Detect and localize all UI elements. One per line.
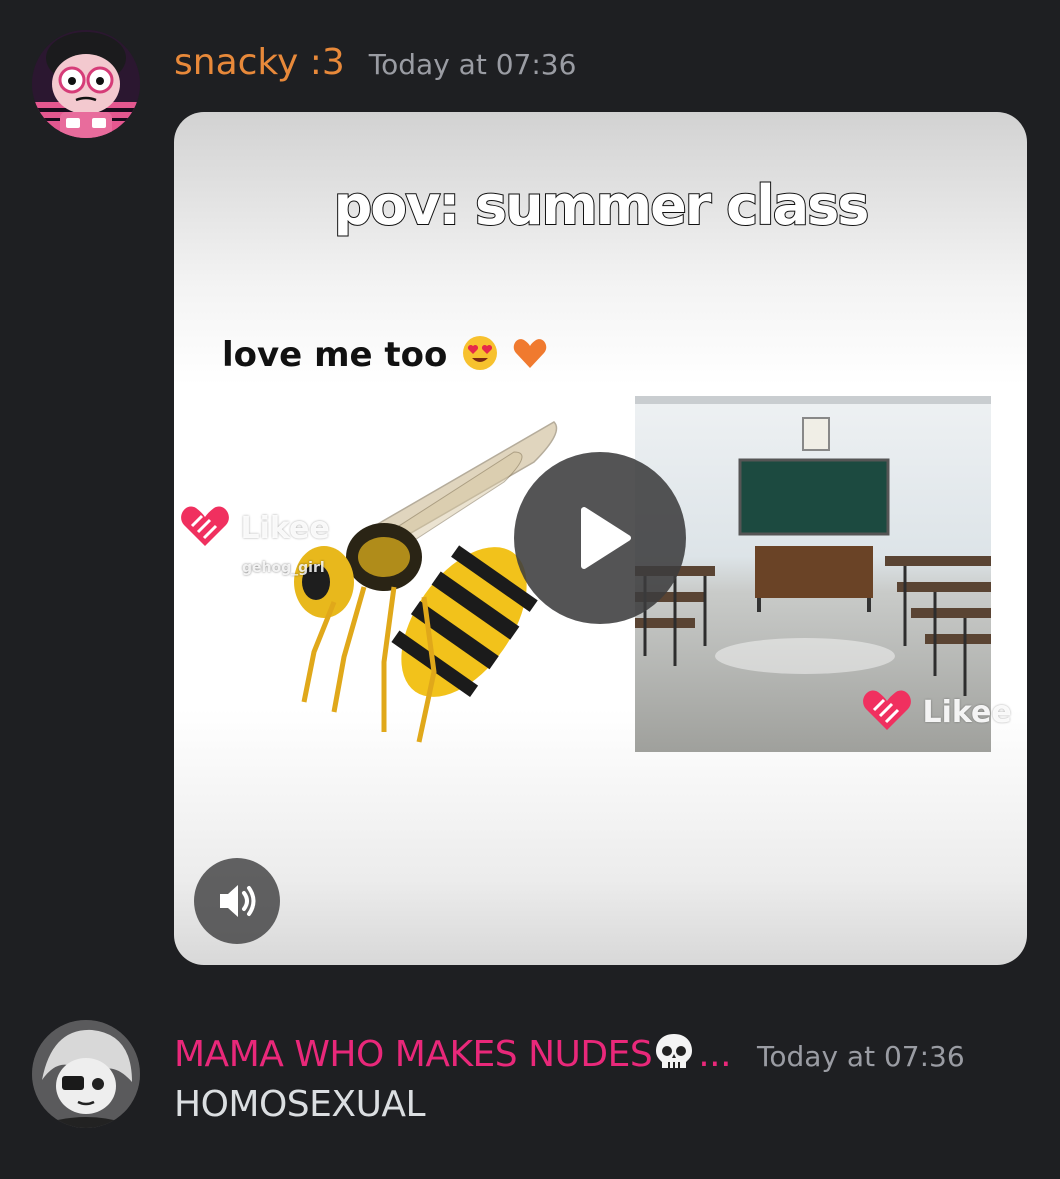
- message-header: MAMA WHO MAKES NUDES ... Today at 07:36: [174, 1032, 965, 1076]
- likee-watermark-right-text: Likee: [922, 695, 1012, 730]
- timestamp: Today at 07:36: [368, 48, 577, 81]
- message-text: HOMOSEXUAL: [174, 1084, 426, 1125]
- orange-heart-emoji-icon: [513, 339, 547, 368]
- skull-emoji-icon: [656, 1034, 693, 1068]
- username-text: MAMA WHO MAKES NUDES: [174, 1034, 653, 1075]
- video-caption-sub: love me too: [222, 334, 549, 375]
- avatar[interactable]: [32, 30, 140, 138]
- play-button[interactable]: [514, 452, 686, 624]
- likee-heart-icon: [181, 506, 229, 546]
- username[interactable]: snacky :3: [174, 42, 345, 83]
- play-icon: [581, 507, 631, 569]
- video-attachment[interactable]: pov: summer class love me too Likee geho…: [174, 112, 1027, 965]
- timestamp: Today at 07:36: [757, 1040, 965, 1073]
- likee-watermark-left: Likee: [180, 504, 330, 548]
- chat-log: snacky :3 Today at 07:36 pov: summer cla…: [0, 0, 1060, 1179]
- likee-heart-icon: [863, 690, 911, 730]
- video-caption-sub-text: love me too: [222, 335, 448, 375]
- username-ellipsis: ...: [698, 1034, 732, 1075]
- avatar[interactable]: [32, 1020, 140, 1128]
- volume-button[interactable]: [194, 858, 280, 944]
- likee-watermark-left-text: Likee: [240, 511, 330, 546]
- likee-watermark-right: Likee: [862, 688, 1012, 732]
- username[interactable]: MAMA WHO MAKES NUDES ...: [174, 1032, 732, 1075]
- volume-icon: [220, 885, 256, 917]
- video-caption-title: pov: summer class: [333, 173, 871, 238]
- message-header: snacky :3 Today at 07:36: [174, 42, 576, 86]
- heart-eyes-emoji-icon: [463, 336, 498, 370]
- message-item: MAMA WHO MAKES NUDES ... Today at 07:36 …: [0, 1020, 1060, 1140]
- likee-watermark-user: gehog_girl: [242, 560, 325, 576]
- message-item: snacky :3 Today at 07:36 pov: summer cla…: [0, 30, 1060, 980]
